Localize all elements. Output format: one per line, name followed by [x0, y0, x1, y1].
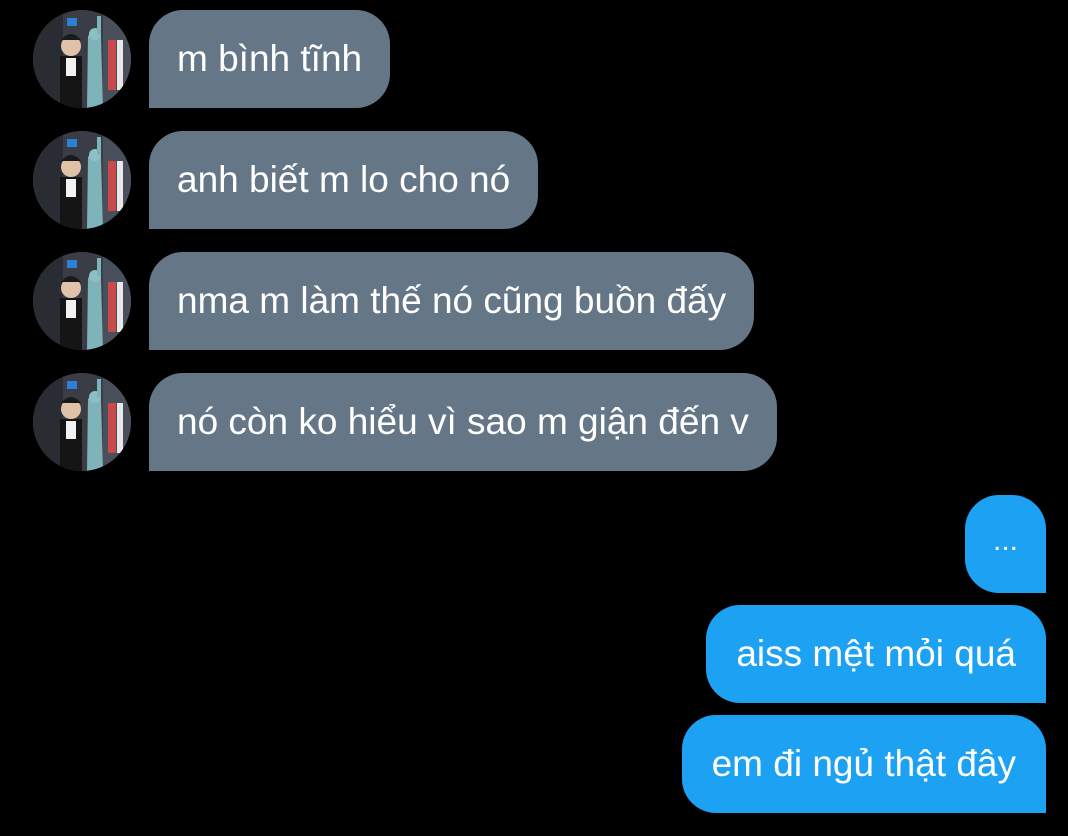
incoming-message-bubble[interactable]: m bình tĩnh: [149, 10, 391, 108]
outgoing-message-bubble[interactable]: aiss mệt mỏi quá: [706, 605, 1046, 703]
incoming-message-bubble[interactable]: nma m làm thế nó cũng buồn đấy: [149, 252, 755, 350]
message-thread: m bình tĩnh anh biết m lo cho nó nma m l…: [0, 0, 1068, 836]
outgoing-message-bubble[interactable]: em đi ngủ thật đây: [681, 715, 1046, 813]
user-avatar-icon[interactable]: [33, 252, 131, 350]
outgoing-message-bubble[interactable]: ...: [964, 495, 1046, 593]
user-avatar-icon[interactable]: [33, 373, 131, 471]
incoming-message-bubble[interactable]: anh biết m lo cho nó: [149, 131, 539, 229]
incoming-message-bubble[interactable]: nó còn ko hiểu vì sao m giận đến v: [149, 373, 777, 471]
user-avatar-icon[interactable]: [33, 131, 131, 229]
user-avatar-icon[interactable]: [33, 10, 131, 108]
